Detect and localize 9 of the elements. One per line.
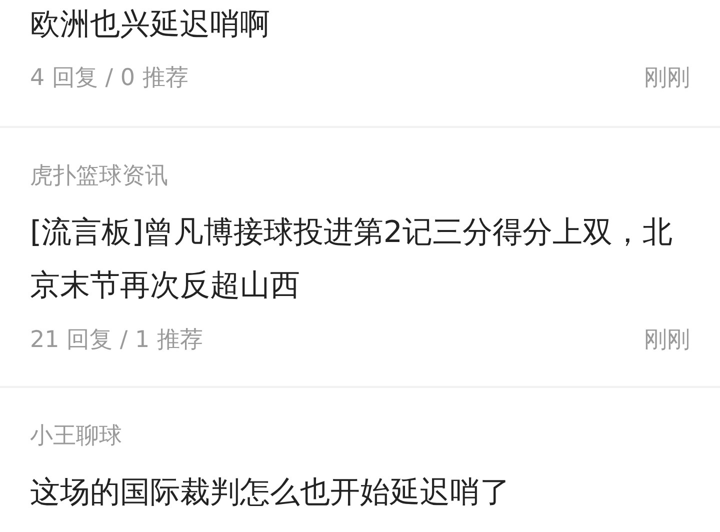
reply-count: 21 回复 / 1 推荐 (30, 326, 203, 355)
post-time: 刚刚 (644, 326, 690, 355)
post-time: 刚刚 (644, 64, 690, 93)
reply-count: 4 回复 / 0 推荐 (30, 64, 188, 93)
post-title[interactable]: 欧洲也兴延迟哨啊 (30, 0, 690, 50)
post-source: 小王聊球 (30, 422, 123, 451)
post-title[interactable]: [流言板]曾凡博接球投进第2记三分得分上双，北京末节再次反超山西 (30, 206, 690, 312)
post-source: 虎扑篮球资讯 (30, 162, 169, 191)
post-title[interactable]: 这场的国际裁判怎么也开始延迟哨了 (30, 466, 690, 519)
